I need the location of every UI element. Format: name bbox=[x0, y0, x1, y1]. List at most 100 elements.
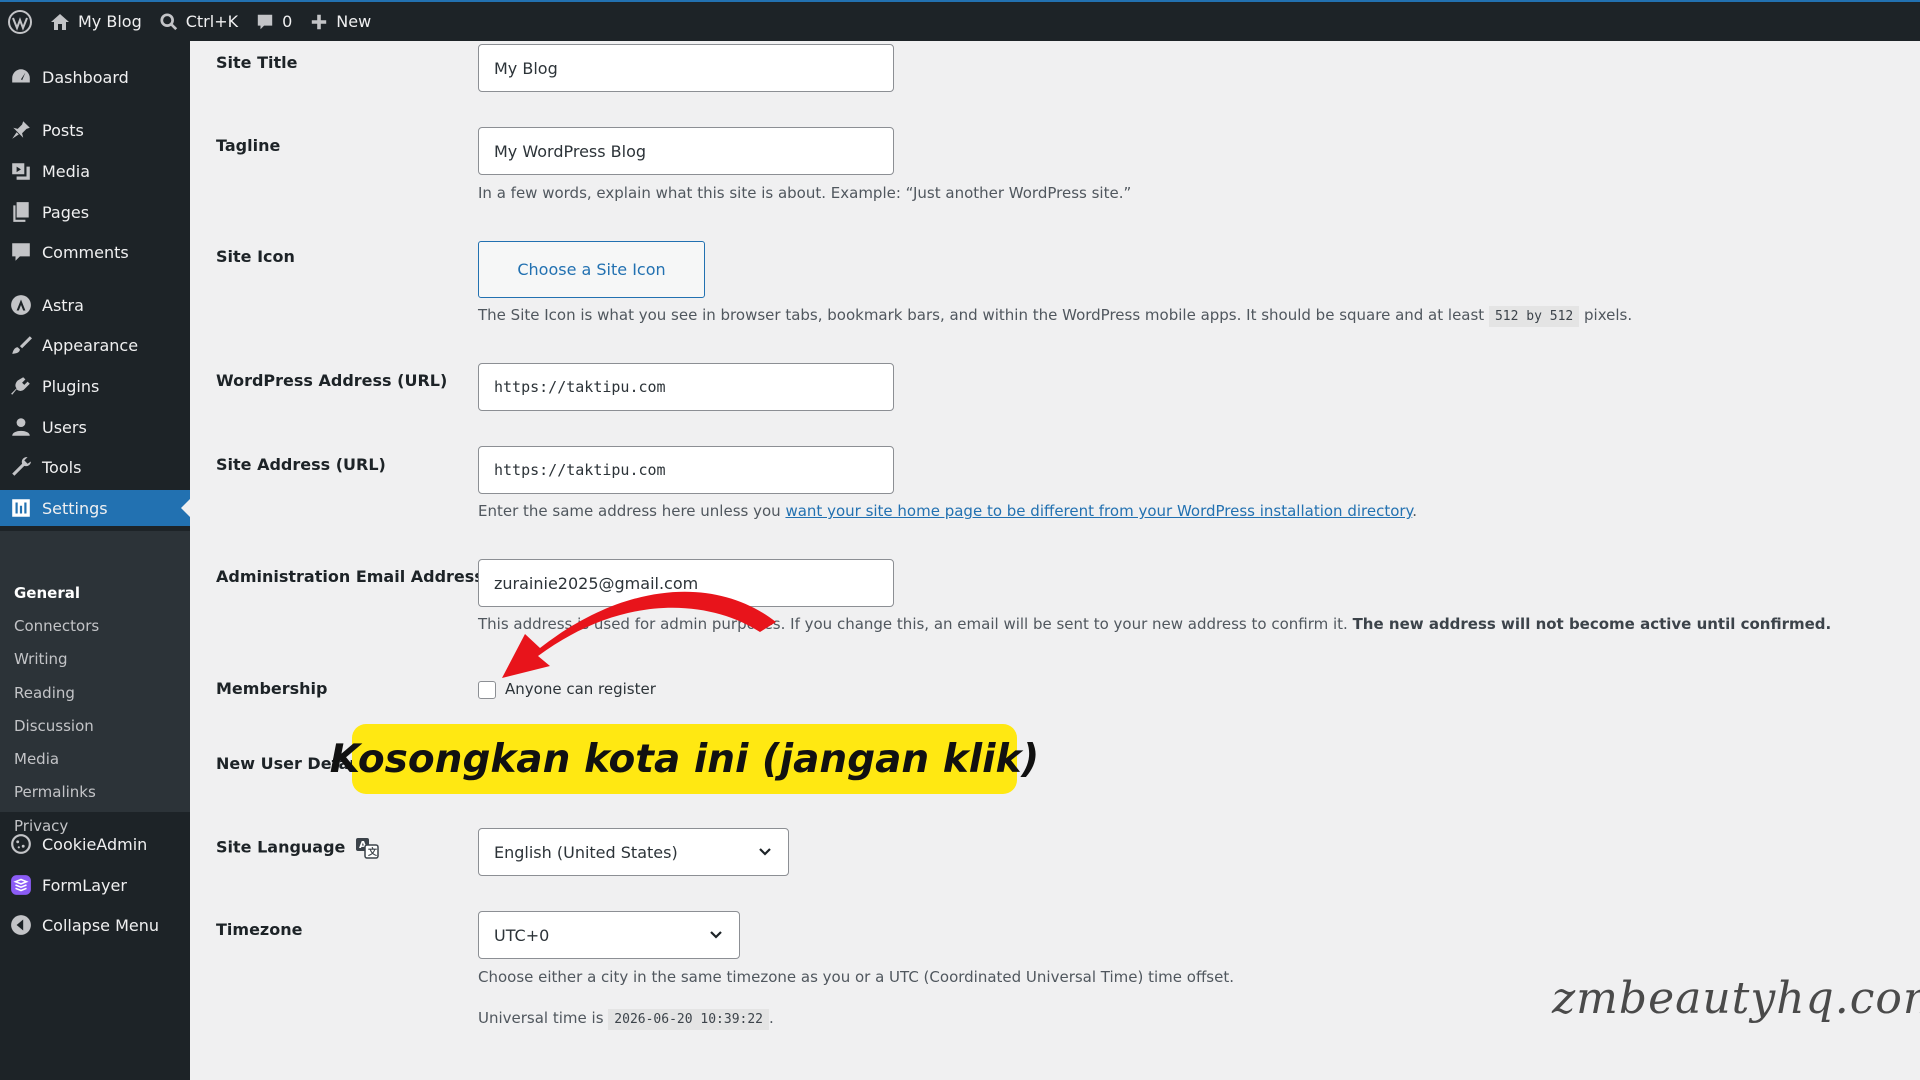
comment-icon bbox=[0, 234, 42, 270]
new-content-button[interactable]: New bbox=[301, 2, 380, 41]
submenu-item-writing[interactable]: Writing bbox=[14, 650, 68, 668]
site-title-input[interactable] bbox=[478, 44, 894, 92]
universal-time-row: Universal time is 2026-06-20 10:39:22. bbox=[478, 1009, 774, 1030]
submenu-item-general[interactable]: General bbox=[14, 584, 80, 602]
search-shortcut-label: Ctrl+K bbox=[185, 12, 239, 31]
site-address-desc-text: Enter the same address here unless you bbox=[478, 502, 781, 520]
wordpress-address-input[interactable] bbox=[478, 363, 894, 411]
chevron-down-icon bbox=[710, 931, 722, 939]
site-icon-size-code: 512 by 512 bbox=[1488, 306, 1580, 327]
submenu-item-discussion[interactable]: Discussion bbox=[14, 717, 94, 735]
sidebar-item-label: Posts bbox=[42, 120, 84, 140]
submenu-item-privacy[interactable]: Privacy bbox=[14, 817, 68, 835]
sidebar-item-posts[interactable]: Posts bbox=[0, 112, 190, 148]
sidebar-item-label: Users bbox=[42, 417, 87, 437]
sidebar-item-users[interactable]: Users bbox=[0, 409, 190, 445]
tagline-label: Tagline bbox=[216, 136, 281, 155]
sidebar-item-label: Dashboard bbox=[42, 67, 129, 87]
site-language-select[interactable]: English (United States) bbox=[478, 828, 789, 876]
admin-email-desc-bold: The new address will not become active u… bbox=[1352, 615, 1832, 633]
pages-icon bbox=[0, 194, 42, 230]
sidebar-item-label: Appearance bbox=[42, 335, 139, 355]
sidebar-item-astra[interactable]: Astra bbox=[0, 287, 190, 323]
site-title-label: Site Title bbox=[216, 53, 298, 72]
brush-icon bbox=[0, 327, 42, 363]
site-icon-desc-suffix: pixels. bbox=[1584, 306, 1633, 324]
current-menu-arrow bbox=[181, 499, 190, 517]
annotation-arrow bbox=[502, 591, 776, 678]
formlayer-icon bbox=[0, 867, 42, 903]
translation-icon: A文 bbox=[355, 838, 379, 859]
watermark-text: zmbeautyhq.com bbox=[1552, 973, 1920, 1024]
sidebar-item-appearance[interactable]: Appearance bbox=[0, 327, 190, 363]
settings-icon bbox=[0, 490, 42, 526]
membership-label: Membership bbox=[216, 679, 328, 698]
sidebar-item-label: Plugins bbox=[42, 376, 100, 396]
sidebar-item-formlayer[interactable]: FormLayer bbox=[0, 867, 190, 903]
sidebar-item-label: Settings bbox=[42, 498, 108, 518]
collapse-icon bbox=[0, 907, 42, 943]
plug-icon bbox=[0, 368, 42, 404]
sidebar-item-pages[interactable]: Pages bbox=[0, 194, 190, 230]
dashboard-icon bbox=[0, 59, 42, 95]
universal-time-value: 2026-06-20 10:39:22 bbox=[608, 1009, 770, 1030]
sidebar-item-tools[interactable]: Tools bbox=[0, 449, 190, 485]
wrench-icon bbox=[0, 449, 42, 485]
wordpress-logo-button[interactable] bbox=[0, 2, 41, 41]
wordpress-logo-icon bbox=[8, 9, 32, 34]
timezone-value: UTC+0 bbox=[494, 925, 550, 945]
sidebar-item-media[interactable]: Media bbox=[0, 153, 190, 189]
sidebar-item-label: CookieAdmin bbox=[42, 834, 148, 854]
universal-time-label: Universal time is bbox=[478, 1009, 604, 1027]
timezone-description: Choose either a city in the same timezon… bbox=[478, 968, 1234, 986]
home-icon bbox=[51, 13, 69, 30]
wordpress-address-label: WordPress Address (URL) bbox=[216, 371, 448, 390]
sidebar-item-dashboard[interactable]: Dashboard bbox=[0, 59, 190, 95]
submenu-item-media[interactable]: Media bbox=[14, 750, 59, 768]
comments-link[interactable]: 0 bbox=[247, 2, 301, 41]
site-name-label: My Blog bbox=[78, 12, 142, 31]
submenu-item-connectors[interactable]: Connectors bbox=[14, 617, 99, 635]
chevron-down-icon bbox=[759, 848, 771, 856]
sidebar-item-label: Comments bbox=[42, 242, 129, 262]
submenu-item-reading[interactable]: Reading bbox=[14, 684, 75, 702]
timezone-select[interactable]: UTC+0 bbox=[478, 911, 740, 959]
choose-site-icon-button[interactable]: Choose a Site Icon bbox=[478, 241, 705, 298]
different-home-page-link[interactable]: want your site home page to be different… bbox=[785, 502, 1412, 520]
admin-sidebar: Dashboard Posts Media Pages Comments Ast… bbox=[0, 41, 190, 1080]
pin-icon bbox=[0, 112, 42, 148]
user-icon bbox=[0, 409, 42, 445]
comments-count: 0 bbox=[282, 12, 293, 31]
timezone-label: Timezone bbox=[216, 920, 303, 939]
annotation-callout: Kosongkan kota ini (jangan klik) bbox=[330, 724, 1039, 794]
site-address-label: Site Address (URL) bbox=[216, 455, 386, 474]
sidebar-item-plugins[interactable]: Plugins bbox=[0, 368, 190, 404]
sidebar-item-label: Media bbox=[42, 161, 91, 181]
site-name-link[interactable]: My Blog bbox=[41, 2, 151, 41]
site-icon-description: The Site Icon is what you see in browser… bbox=[478, 306, 1633, 327]
site-language-label-text: Site Language bbox=[216, 837, 346, 857]
sidebar-item-comments[interactable]: Comments bbox=[0, 234, 190, 270]
submenu-item-permalinks[interactable]: Permalinks bbox=[14, 783, 96, 801]
site-icon-desc-text: The Site Icon is what you see in browser… bbox=[478, 306, 1485, 324]
sidebar-item-label: FormLayer bbox=[42, 875, 127, 895]
search-button[interactable]: Ctrl+K bbox=[151, 2, 247, 41]
collapse-menu-button[interactable]: Collapse Menu bbox=[0, 907, 190, 943]
tagline-input[interactable] bbox=[478, 127, 894, 175]
site-language-value: English (United States) bbox=[494, 842, 678, 862]
sidebar-item-label: Tools bbox=[42, 457, 82, 477]
astra-icon bbox=[0, 287, 42, 323]
admin-bar: My Blog Ctrl+K 0 New bbox=[0, 0, 1920, 41]
comment-icon bbox=[257, 14, 273, 29]
site-address-description: Enter the same address here unless you w… bbox=[478, 502, 1417, 520]
sidebar-item-label: Pages bbox=[42, 202, 90, 222]
admin-email-label: Administration Email Address bbox=[216, 567, 484, 586]
settings-submenu: General Connectors Writing Reading Discu… bbox=[0, 531, 190, 835]
site-address-desc-suffix: . bbox=[1412, 502, 1418, 520]
media-icon bbox=[0, 153, 42, 189]
sidebar-item-label: Astra bbox=[42, 295, 84, 315]
new-label: New bbox=[336, 12, 372, 31]
sidebar-item-settings[interactable]: Settings bbox=[0, 490, 190, 526]
site-icon-label: Site Icon bbox=[216, 247, 295, 266]
site-address-input[interactable] bbox=[478, 446, 894, 494]
